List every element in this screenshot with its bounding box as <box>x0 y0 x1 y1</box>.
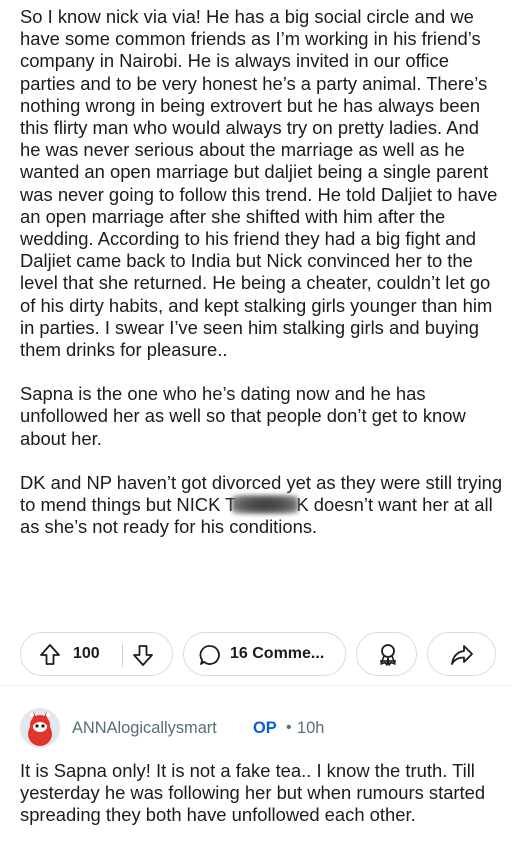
comments-button[interactable]: 16 Comme... <box>183 632 346 676</box>
comment-age: 10h <box>297 719 325 737</box>
comment-username[interactable]: ANNAlogicallysmart <box>72 719 217 738</box>
share-arrow-icon <box>451 645 473 665</box>
post-action-bar: 100 16 Comme... <box>20 632 504 676</box>
downvote-arrow-icon[interactable] <box>132 643 154 667</box>
vote-divider <box>122 643 123 667</box>
avatar[interactable] <box>20 708 60 748</box>
award-button[interactable] <box>356 632 417 676</box>
comment-header: ANNAlogicallysmart OP • 10h <box>20 708 500 748</box>
post-paragraph: So I know nick via via! He has a big soc… <box>20 6 498 361</box>
vote-count: 100 <box>73 645 100 662</box>
section-divider <box>0 685 512 686</box>
snoo-avatar-icon <box>20 708 60 748</box>
comments-label: 16 Comme... <box>230 645 325 662</box>
redacted-blur <box>232 495 299 515</box>
meta-separator: • <box>286 719 292 736</box>
comment-body: It is Sapna only! It is not a fake tea..… <box>20 760 486 826</box>
post-paragraph: Sapna is the one who he’s dating now and… <box>20 383 466 449</box>
award-icon <box>380 644 396 666</box>
share-button[interactable] <box>427 632 496 676</box>
op-badge: OP <box>253 719 277 737</box>
comment-bubble-icon <box>199 645 220 665</box>
upvote-arrow-icon[interactable] <box>39 643 61 667</box>
post-paragraph: DK and NP haven’t got divorced yet as th… <box>20 472 504 539</box>
vote-control: 100 <box>20 632 173 676</box>
post-body: So I know nick via via! He has a big soc… <box>20 6 504 560</box>
